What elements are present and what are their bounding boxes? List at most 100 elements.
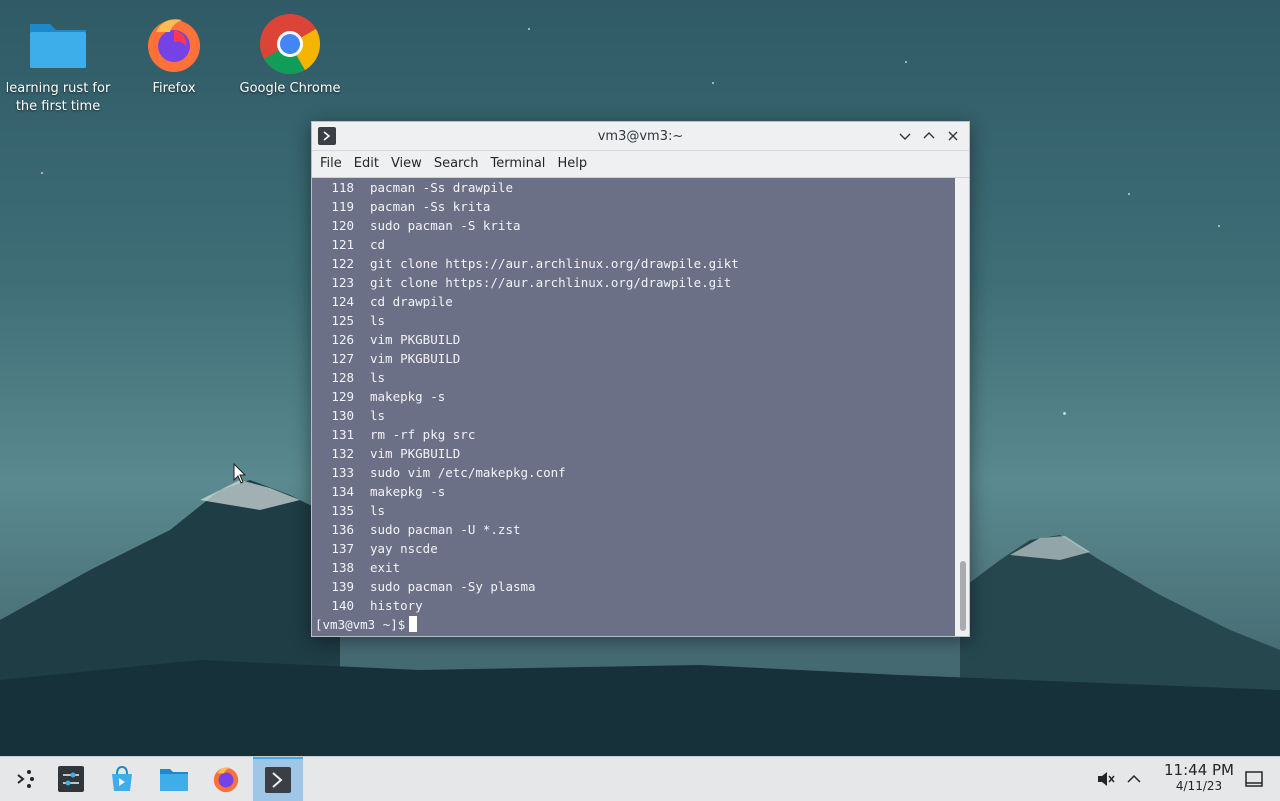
desktop-google-chrome[interactable]: Google Chrome <box>234 4 346 98</box>
history-number: 132 <box>331 446 354 461</box>
history-number: 135 <box>331 503 354 518</box>
firefox-icon <box>148 19 200 72</box>
history-command: cd <box>370 237 386 252</box>
desktop-folder-learning-rust[interactable]: learning rust for the first time <box>2 4 114 116</box>
history-command: rm -rf pkg src <box>370 427 476 442</box>
history-command: git clone https://aur.archlinux.org/draw… <box>370 256 739 271</box>
file-manager-icon <box>160 769 188 791</box>
desktop-firefox[interactable]: Firefox <box>118 4 230 98</box>
menu-search[interactable]: Search <box>428 151 485 177</box>
volume-muted-button[interactable] <box>1096 769 1116 793</box>
star <box>712 82 714 84</box>
file-manager-button[interactable] <box>149 757 199 801</box>
history-line: 127 vim PKGBUILD <box>312 349 955 368</box>
history-line: 118 pacman -Ss drawpile <box>312 178 955 197</box>
firefox-taskbar-button[interactable] <box>201 757 251 801</box>
history-command: sudo pacman -S krita <box>370 218 521 233</box>
menu-help[interactable]: Help <box>551 151 593 177</box>
maximize-button[interactable] <box>919 126 939 146</box>
history-line: 140 history <box>312 596 955 615</box>
history-number: 118 <box>331 180 354 195</box>
history-line: 132 vim PKGBUILD <box>312 444 955 463</box>
history-line: 124 cd drawpile <box>312 292 955 311</box>
show-desktop-icon <box>1245 771 1263 787</box>
close-icon <box>948 131 958 141</box>
history-line: 139 sudo pacman -Sy plasma <box>312 577 955 596</box>
star <box>528 28 530 30</box>
history-line: 123 git clone https://aur.archlinux.org/d… <box>312 273 955 292</box>
discover-icon <box>112 765 132 791</box>
app-launcher-button[interactable] <box>0 757 50 801</box>
history-command: ls <box>370 503 386 518</box>
history-line: 133 sudo vim /etc/makepkg.conf <box>312 463 955 482</box>
history-command: cd drawpile <box>370 294 453 309</box>
minimize-button[interactable] <box>895 126 915 146</box>
history-command: sudo vim /etc/makepkg.conf <box>370 465 566 480</box>
history-command: makepkg -s <box>370 389 446 404</box>
menu-view[interactable]: View <box>385 151 428 177</box>
tray-expand-button[interactable] <box>1126 771 1142 791</box>
history-number: 121 <box>331 237 354 252</box>
history-command: vim PKGBUILD <box>370 351 461 366</box>
terminal-taskbar-button[interactable] <box>253 757 303 801</box>
chevron-up-icon <box>1127 774 1141 783</box>
menu-bar: File Edit View Search Terminal Help <box>312 151 969 178</box>
history-number: 127 <box>331 351 354 366</box>
terminal-window[interactable]: vm3@vm3:~ File Edit View Search Terminal… <box>311 121 970 637</box>
history-line: 129 makepkg -s <box>312 387 955 406</box>
terminal-icon <box>265 767 291 793</box>
history-number: 138 <box>331 560 354 575</box>
shell-prompt: [vm3@vm3 ~]$ <box>315 617 406 632</box>
terminal-output[interactable]: 118 pacman -Ss drawpile 119 pacman -Ss krit… <box>312 178 955 636</box>
history-number: 122 <box>331 256 354 271</box>
history-number: 131 <box>331 427 354 442</box>
history-command: vim PKGBUILD <box>370 446 461 461</box>
chevron-down-icon <box>899 133 911 140</box>
history-command: makepkg -s <box>370 484 446 499</box>
desktop-icon-label: Google Chrome <box>239 81 341 96</box>
star <box>1128 193 1130 195</box>
history-number: 130 <box>331 408 354 423</box>
terminal-scrollbar[interactable] <box>955 178 969 636</box>
star <box>1218 225 1220 227</box>
history-number: 126 <box>331 332 354 347</box>
prompt-line: [vm3@vm3 ~]$ <box>315 615 418 634</box>
history-line: 126 vim PKGBUILD <box>312 330 955 349</box>
system-settings-icon <box>58 766 84 792</box>
history-number: 128 <box>331 370 354 385</box>
history-command: exit <box>370 560 401 575</box>
star <box>41 172 43 174</box>
history-line: 136 sudo pacman -U *.zst <box>312 520 955 539</box>
history-line: 138 exit <box>312 558 955 577</box>
menu-edit[interactable]: Edit <box>348 151 385 177</box>
history-command: sudo pacman -U *.zst <box>370 522 521 537</box>
history-line: 122 git clone https://aur.archlinux.org/d… <box>312 254 955 273</box>
digital-clock[interactable]: 11:44 PM 4/11/23 <box>1164 761 1234 794</box>
app-launcher-icon <box>17 770 34 788</box>
window-titlebar[interactable]: vm3@vm3:~ <box>312 122 969 151</box>
discover-button[interactable] <box>97 757 147 801</box>
menu-terminal[interactable]: Terminal <box>484 151 551 177</box>
show-desktop-button[interactable] <box>1244 769 1264 793</box>
history-command: yay nscde <box>370 541 438 556</box>
terminal-icon <box>318 127 336 145</box>
system-settings-button[interactable] <box>46 757 96 801</box>
desktop-icon-label: learning rust for the first time <box>5 81 111 114</box>
chrome-icon <box>260 14 321 75</box>
close-button[interactable] <box>943 126 963 146</box>
history-command: ls <box>370 370 386 385</box>
history-list: 118 pacman -Ss drawpile 119 pacman -Ss krit… <box>312 178 955 615</box>
history-line: 121 cd <box>312 235 955 254</box>
history-number: 133 <box>331 465 354 480</box>
star <box>905 61 907 63</box>
star <box>1063 412 1066 415</box>
history-number: 124 <box>331 294 354 309</box>
scrollbar-thumb[interactable] <box>960 561 966 631</box>
history-command: history <box>370 598 423 613</box>
desktop-icon-label: Firefox <box>152 81 196 96</box>
history-command: ls <box>370 313 386 328</box>
menu-file[interactable]: File <box>314 151 348 177</box>
text-cursor <box>409 616 418 632</box>
history-line: 131 rm -rf pkg src <box>312 425 955 444</box>
folder-icon <box>30 24 86 68</box>
